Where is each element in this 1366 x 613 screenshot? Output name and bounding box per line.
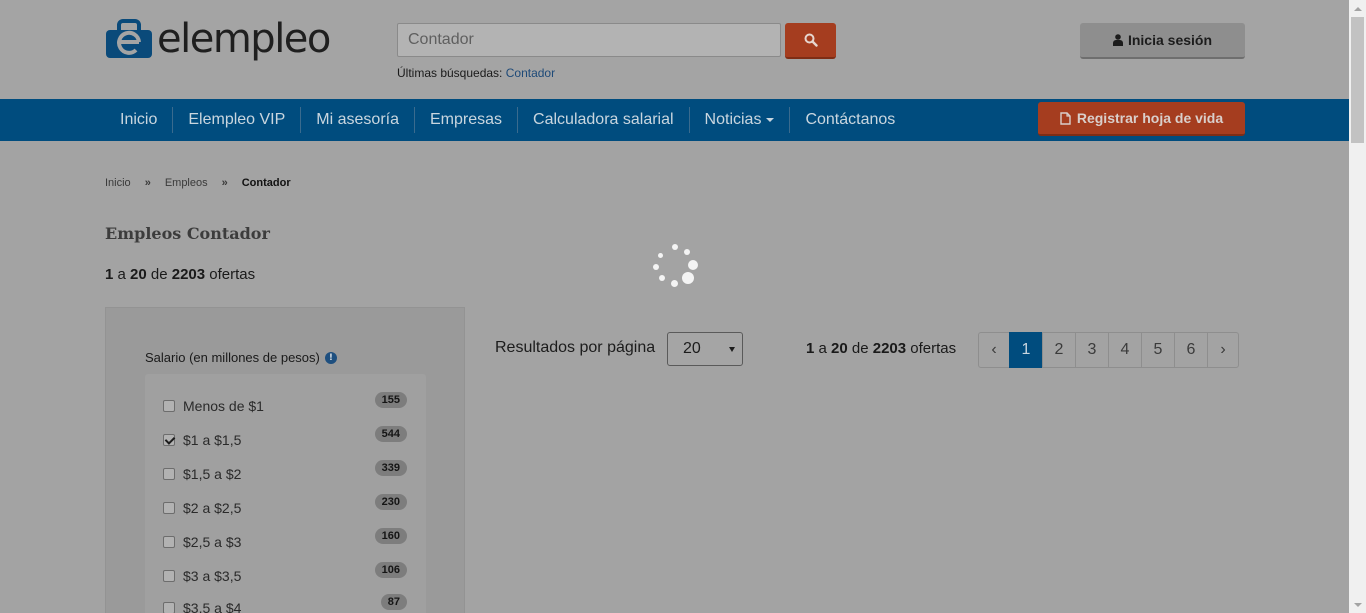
summary-from: 1 xyxy=(806,340,815,357)
vertical-scrollbar[interactable] xyxy=(1349,0,1366,613)
nav-item-noticias-label: Noticias xyxy=(704,111,762,128)
pagination-page[interactable]: 3 xyxy=(1075,332,1109,368)
count-badge: 230 xyxy=(374,494,407,510)
register-cv-label: Registrar hoja de vida xyxy=(1076,110,1224,126)
elempleo-logo[interactable]: elempleo xyxy=(105,16,331,62)
summary-ofertas: ofertas xyxy=(209,266,256,283)
summary-to: 20 xyxy=(130,266,147,283)
breadcrumb-separator: » xyxy=(221,177,228,189)
main-nav: Inicio Elempleo VIP Mi asesoría Empresas… xyxy=(0,99,1349,141)
summary-a: a xyxy=(117,266,126,283)
filter-option[interactable]: $2,5 a $3 160 xyxy=(163,528,407,552)
filter-option[interactable]: Menos de $1 155 xyxy=(163,392,407,416)
checkbox[interactable] xyxy=(163,602,175,613)
caret-down-icon xyxy=(766,117,775,122)
count-badge: 544 xyxy=(374,426,407,442)
nav-item-calculadora-salarial[interactable]: Calculadora salarial xyxy=(517,107,689,133)
pagination-prev[interactable]: ‹ xyxy=(978,332,1010,368)
scroll-down-arrow-icon[interactable] xyxy=(1349,596,1366,613)
summary-de: de xyxy=(851,340,869,357)
breadcrumb-item-empleos[interactable]: Empleos xyxy=(165,177,208,189)
filter-option-label: $2 a $2,5 xyxy=(183,500,242,516)
search-input[interactable] xyxy=(397,23,781,57)
pagination-page[interactable]: 4 xyxy=(1108,332,1142,368)
filter-option-label: $2,5 a $3 xyxy=(183,534,242,550)
nav-item-mi-asesoria[interactable]: Mi asesoría xyxy=(300,107,414,133)
salary-filter-panel: Salario (en millones de pesos) ! Menos d… xyxy=(105,307,465,613)
page-title: Empleos Contador xyxy=(105,224,270,243)
checkbox[interactable] xyxy=(163,502,175,514)
results-summary: 1 a 20 de 2203 ofertas xyxy=(105,266,255,283)
pagination-page[interactable]: 2 xyxy=(1042,332,1076,368)
results-summary-secondary: 1 a 20 de 2203 ofertas xyxy=(806,340,956,357)
filter-option-label: $3,5 a $4 xyxy=(183,600,242,613)
breadcrumb-item-inicio[interactable]: Inicio xyxy=(105,177,131,189)
login-label: Inicia sesión xyxy=(1127,32,1213,48)
briefcase-logo-icon xyxy=(106,19,152,58)
user-icon xyxy=(1112,34,1123,46)
nav-item-noticias[interactable]: Noticias xyxy=(688,107,790,133)
filter-option-label: $1 a $1,5 xyxy=(183,432,242,448)
summary-from: 1 xyxy=(105,266,114,283)
breadcrumb-separator: » xyxy=(144,177,151,189)
recent-search-link[interactable]: Contador xyxy=(506,66,555,80)
filter-option-label: $3 a $3,5 xyxy=(183,568,242,584)
pagination-page-current[interactable]: 1 xyxy=(1009,332,1043,368)
filter-options: Menos de $1 155 $1 a $1,5 544 $1,5 a $2 … xyxy=(145,374,426,613)
results-per-page-label: Resultados por página xyxy=(495,339,656,356)
dropdown-arrow-icon xyxy=(729,347,735,352)
summary-de: de xyxy=(150,266,168,283)
filter-option[interactable]: $2 a $2,5 230 xyxy=(163,494,407,518)
filter-title: Salario (en millones de pesos) ! xyxy=(145,350,337,365)
filter-option-label: Menos de $1 xyxy=(183,398,264,414)
recent-label: Últimas búsquedas: xyxy=(397,66,503,80)
summary-a: a xyxy=(818,340,827,357)
scroll-up-arrow-icon[interactable] xyxy=(1349,0,1366,17)
breadcrumb-item-current: Contador xyxy=(241,177,291,189)
search-button[interactable] xyxy=(785,23,836,59)
document-icon xyxy=(1060,111,1071,125)
pagination: ‹ 1 2 3 4 5 6 › xyxy=(978,332,1239,368)
pagination-next[interactable]: › xyxy=(1207,332,1239,368)
pagination-page[interactable]: 5 xyxy=(1141,332,1175,368)
count-badge: 160 xyxy=(374,528,407,544)
summary-to: 20 xyxy=(831,340,848,357)
summary-ofertas: ofertas xyxy=(910,340,957,357)
results-per-page-select[interactable]: 20 xyxy=(667,332,743,366)
summary-total: 2203 xyxy=(171,266,206,283)
checkbox[interactable] xyxy=(163,400,175,412)
filter-option[interactable]: $1,5 a $2 339 xyxy=(163,460,407,484)
loading-spinner-icon xyxy=(650,242,702,290)
nav-item-inicio[interactable]: Inicio xyxy=(105,107,172,133)
scrollbar-thumb[interactable] xyxy=(1351,17,1364,143)
register-cv-button[interactable]: Registrar hoja de vida xyxy=(1038,102,1245,136)
count-badge: 106 xyxy=(374,562,407,578)
nav-item-elempleo-vip[interactable]: Elempleo VIP xyxy=(172,107,300,133)
pagination-page[interactable]: 6 xyxy=(1174,332,1208,368)
summary-total: 2203 xyxy=(872,340,907,357)
filter-option[interactable]: $3,5 a $4 87 xyxy=(163,594,407,613)
breadcrumb: Inicio » Empleos » Contador xyxy=(105,177,305,189)
checkbox[interactable] xyxy=(163,536,175,548)
checkbox-checked[interactable] xyxy=(163,434,175,446)
site-header: elempleo Últimas búsquedas: Contador Ini… xyxy=(0,0,1349,99)
checkbox[interactable] xyxy=(163,468,175,480)
search-icon xyxy=(804,33,818,47)
filter-title-text: Salario (en millones de pesos) xyxy=(145,350,320,365)
info-icon[interactable]: ! xyxy=(324,351,337,364)
nav-item-contactanos[interactable]: Contáctanos xyxy=(789,107,910,133)
count-badge: 339 xyxy=(374,460,407,476)
count-badge: 87 xyxy=(380,594,407,610)
count-badge: 155 xyxy=(374,392,407,408)
results-per-page-value: 20 xyxy=(683,340,701,357)
nav-item-empresas[interactable]: Empresas xyxy=(414,107,517,133)
logo-text: elempleo xyxy=(157,16,331,62)
login-button[interactable]: Inicia sesión xyxy=(1080,23,1245,59)
filter-option[interactable]: $3 a $3,5 106 xyxy=(163,562,407,586)
recent-searches: Últimas búsquedas: Contador xyxy=(397,66,555,80)
checkbox[interactable] xyxy=(163,570,175,582)
filter-option-label: $1,5 a $2 xyxy=(183,466,242,482)
filter-option[interactable]: $1 a $1,5 544 xyxy=(163,426,407,450)
